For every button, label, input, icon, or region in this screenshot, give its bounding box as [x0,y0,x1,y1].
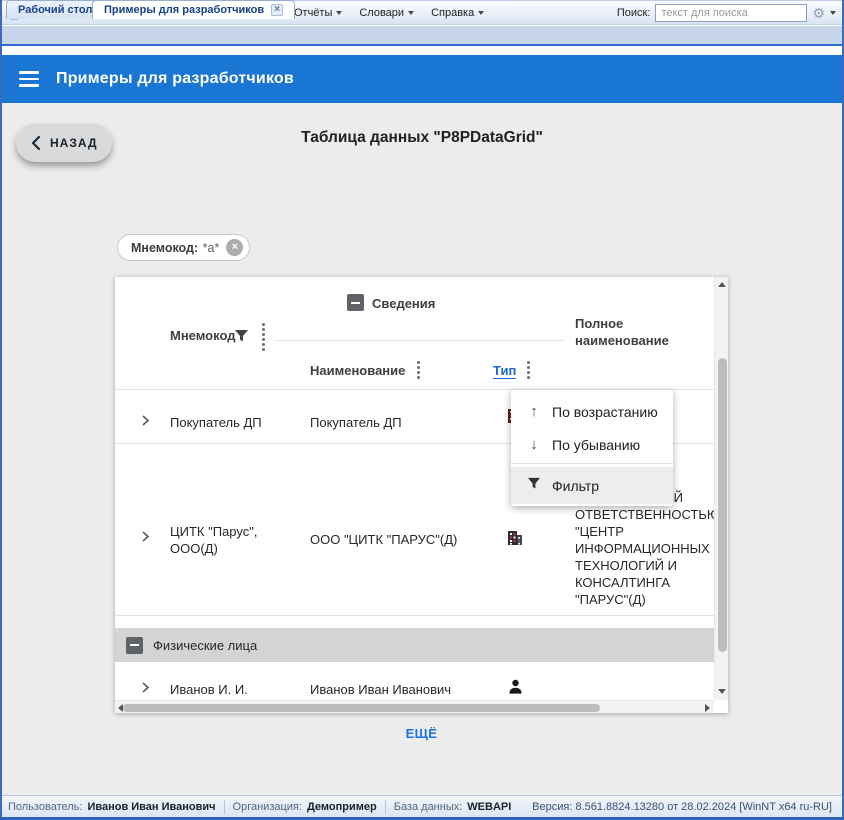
divider [511,463,673,464]
menu-item-filter[interactable]: Фильтр [511,467,673,504]
app-header: Примеры для разработчиков [0,55,844,103]
data-grid: Сведения Мнемокод Полное наименование На… [115,277,728,713]
statusbar-user-label: Пользователь: [8,801,82,813]
column-menu-icon[interactable] [417,361,420,379]
expand-row-icon[interactable] [141,414,150,427]
search-input[interactable] [655,4,807,22]
app-header-title: Примеры для разработчиков [56,70,294,88]
building-icon [506,529,524,547]
horizontal-scroll-thumb[interactable] [123,704,600,712]
close-icon[interactable]: × [226,239,243,256]
arrow-down-icon: ↓ [525,436,543,453]
group-row-individuals[interactable]: Физические лица [115,628,714,662]
cell-name: Покупатель ДП [310,415,402,430]
statusbar: Пользователь: Иванов Иван Иванович Орган… [0,795,844,817]
menu-item-label: По возрастанию [552,404,658,420]
cell-mnemocode: Иванов И. И. [170,682,248,697]
filter-chip-value: *а* [203,241,220,255]
group-underline [275,340,563,341]
statusbar-user-value: Иванов Иван Иванович [87,801,215,813]
filter-chip-label: Мнемокод: [131,241,198,255]
column-header-mnemocode[interactable]: Мнемокод [170,328,235,343]
statusbar-organization-value: Демопример [307,801,377,813]
content-area: НАЗАД Таблица данных "P8PDataGrid" Мнемо… [0,103,844,795]
menu-item-sort-descending[interactable]: ↓ По убыванию [511,428,673,461]
arrow-up-icon: ↑ [525,403,543,420]
statusbar-database-label: База данных: [394,801,463,813]
search-label: Поиск: [617,7,651,19]
app-window: Файл Документы Учёт Функции Отчёты Слова… [0,0,844,820]
column-header-fullname[interactable]: Полное наименование [575,315,715,349]
column-header-name[interactable]: Наименование [310,363,405,378]
menu-help[interactable]: Справка [422,4,492,22]
tab-desktop-label: Рабочий стол [18,4,92,16]
divider [115,615,714,616]
scroll-down-icon[interactable] [718,689,726,694]
column-menu-icon[interactable] [262,323,265,351]
scroll-right-icon[interactable] [705,704,710,712]
menu-reports-label: Отчёты [294,7,332,19]
cell-name: Иванов Иван Иванович [310,682,451,697]
column-menu-icon[interactable] [527,361,530,379]
menu-dictionaries-label: Словари [359,7,404,19]
collapse-group-icon[interactable] [347,294,364,311]
group-row-label: Физические лица [153,638,257,653]
horizontal-scrollbar[interactable] [115,700,714,713]
menu-item-label: По убыванию [552,437,640,453]
menu-help-label: Справка [431,7,474,19]
column-header-type[interactable]: Тип [493,363,516,379]
expand-row-icon[interactable] [141,530,150,543]
statusbar-organization: Организация: Демопример [225,801,385,813]
chevron-down-icon [408,11,414,15]
statusbar-user: Пользователь: Иванов Иван Иванович [8,801,224,813]
tab-developer-examples-label: Примеры для разработчиков [104,4,264,16]
tab-developer-examples[interactable]: Примеры для разработчиков × [92,0,295,19]
tab-strip-underline [0,44,844,46]
menu-item-sort-ascending[interactable]: ↑ По возрастанию [511,395,673,428]
filter-chip: Мнемокод: *а* × [117,234,250,261]
filter-icon [525,477,543,494]
column-context-menu: ↑ По возрастанию ↓ По убыванию Фильтр [511,390,673,506]
collapse-group-icon[interactable] [126,637,143,654]
filter-icon[interactable] [234,329,249,346]
vertical-scrollbar[interactable] [714,277,728,700]
chevron-down-icon [478,11,484,15]
chevron-down-icon[interactable] [830,11,836,15]
vertical-scroll-thumb[interactable] [718,358,727,652]
cell-name: ООО "ЦИТК "ПАРУС"(Д) [310,532,490,547]
close-icon[interactable]: × [271,4,283,16]
statusbar-version: Версия: 8.561.8824.13280 от 28.02.2024 [… [532,801,836,813]
menu-dictionaries[interactable]: Словари [350,4,422,22]
tab-strip [0,26,844,44]
gear-icon[interactable]: ⚙ [812,6,825,20]
page-title: Таблица данных "P8PDataGrid" [0,129,844,147]
window-border [0,0,2,820]
scroll-up-icon[interactable] [718,282,726,287]
cell-mnemocode: ЦИТК "Парус", ООО(Д) [170,523,282,557]
expand-row-icon[interactable] [141,681,150,694]
cell-mnemocode: Покупатель ДП [170,415,262,430]
more-button[interactable]: ЕЩЁ [115,726,728,741]
statusbar-organization-label: Организация: [233,801,302,813]
tab-desktop[interactable]: Рабочий стол [6,0,104,19]
person-icon [507,678,524,695]
statusbar-database-value: WEBAPI [467,801,511,813]
menu-item-label: Фильтр [552,478,599,494]
statusbar-database: База данных: WEBAPI [386,801,520,813]
hamburger-menu-icon[interactable] [19,71,39,87]
chevron-down-icon [336,11,342,15]
column-group-header: Сведения [372,296,435,311]
